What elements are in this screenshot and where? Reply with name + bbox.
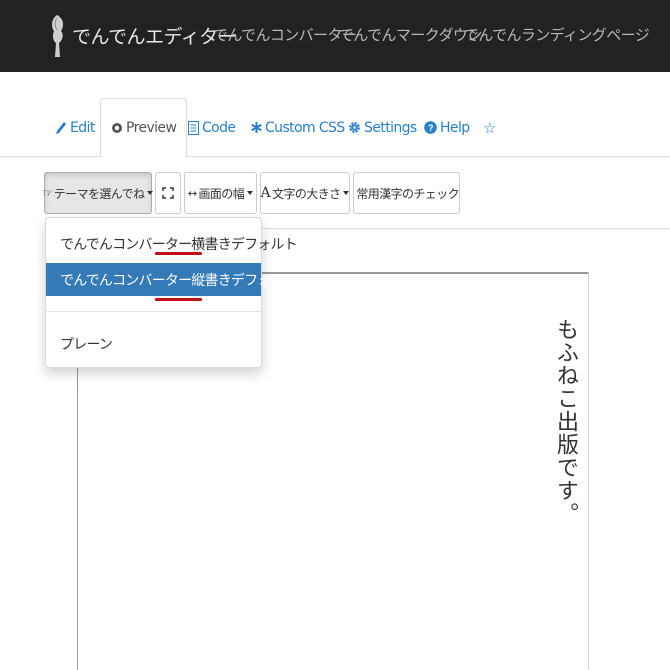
kanji-check-label: 常用漢字のチェック	[356, 186, 459, 201]
preview-page-right-edge	[588, 272, 589, 670]
tab-star[interactable]: ☆	[483, 98, 496, 157]
arrows-horizontal-icon: ↔	[187, 186, 197, 200]
eye-icon	[112, 123, 122, 133]
svg-text:?: ?	[428, 123, 433, 133]
preview-vertical-text: もふねこ出版です。	[553, 318, 578, 525]
chevron-down-icon	[343, 191, 350, 195]
tab-help[interactable]: ? Help	[424, 98, 470, 157]
theme-option-horizontal-default[interactable]: でんでんコンバーター横書きデフォルト	[46, 227, 298, 260]
tab-label: Edit	[70, 119, 95, 136]
theme-option-plain[interactable]: プレーン	[46, 327, 261, 360]
tab-custom-css[interactable]: Custom CSS	[251, 98, 345, 157]
preview-page-left-edge	[77, 365, 78, 670]
screen-width-label: 画面の幅	[198, 186, 245, 201]
theme-dropdown-menu: でんでんコンバーター横書きデフォルト でんでんコンバーター縦書きデフォルト プレ…	[45, 217, 298, 368]
top-navbar: でんでんエディター でんでんコンバーター でんでんマークダウン でんでんランディ…	[0, 0, 670, 72]
tab-edit[interactable]: Edit	[55, 98, 95, 157]
asterisk-icon	[251, 122, 262, 133]
theme-button-label: テーマを選んでね	[53, 186, 145, 201]
theme-select-button[interactable]: ☞ テーマを選んでね	[42, 172, 154, 214]
font-size-button[interactable]: A 文字の大きさ	[260, 172, 350, 214]
dropdown-divider	[46, 311, 261, 312]
tab-label: Custom CSS	[265, 119, 345, 136]
screen-width-button[interactable]: ↔ 画面の幅	[184, 172, 257, 214]
document-icon	[188, 120, 199, 135]
tab-label: Help	[440, 119, 470, 136]
nav-link-landing-page[interactable]: でんでんランディングページ	[464, 24, 650, 45]
tab-label: Settings	[364, 119, 417, 136]
pencil-icon	[56, 121, 66, 134]
tab-code[interactable]: Code	[188, 98, 236, 157]
tab-label: Preview	[126, 120, 177, 136]
theme-option-vertical-default[interactable]: でんでんコンバーター縦書きデフォルト	[46, 263, 298, 296]
annotation-underline-horizontal	[155, 252, 202, 255]
font-size-icon: A	[260, 185, 271, 201]
tab-label: Code	[202, 119, 236, 136]
fullscreen-button[interactable]	[155, 172, 181, 214]
annotation-underline-vertical	[155, 298, 202, 301]
brand-name: でんでんエディター	[72, 25, 237, 48]
brand-logo-icon	[52, 15, 64, 57]
hand-pointer-icon: ☞	[42, 186, 54, 200]
kanji-check-button[interactable]: 常用漢字のチェック	[353, 172, 460, 214]
question-circle-icon: ?	[424, 121, 437, 134]
font-size-label: 文字の大きさ	[272, 186, 341, 201]
chevron-down-icon	[147, 191, 154, 195]
tab-preview[interactable]: Preview	[100, 98, 188, 158]
tab-settings[interactable]: Settings	[348, 98, 417, 157]
fullscreen-icon	[162, 187, 174, 199]
chevron-down-icon	[247, 191, 254, 195]
tab-bar: Edit Preview Code Custom CSS Settings ? …	[0, 98, 670, 158]
nav-link-converter[interactable]: でんでんコンバーター	[213, 24, 357, 45]
gear-icon	[349, 122, 360, 133]
nav-link-markdown[interactable]: でんでんマークダウン	[339, 24, 482, 45]
brand[interactable]: でんでんエディター	[48, 11, 237, 59]
star-icon: ☆	[483, 118, 496, 137]
